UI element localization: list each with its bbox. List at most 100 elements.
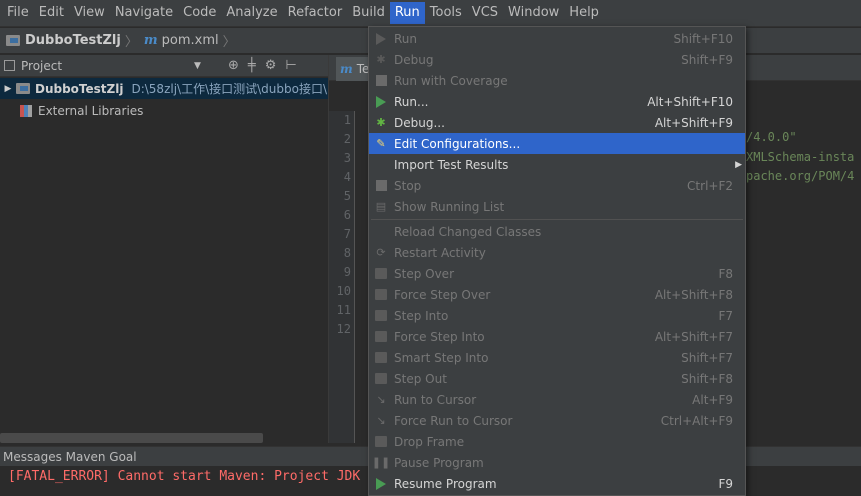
menu-item-stop[interactable]: Stop Ctrl+F2 <box>369 175 745 196</box>
menu-item-debug[interactable]: ✱ Debug Shift+F9 <box>369 49 745 70</box>
library-icon <box>20 104 32 117</box>
step-out-icon <box>374 372 388 386</box>
line-number: 10 <box>336 284 351 298</box>
line-number: 6 <box>343 208 351 222</box>
menu-item-edit-configurations[interactable]: ✎ Edit Configurations... <box>369 133 745 154</box>
menu-item-force-step-over[interactable]: Force Step Over Alt+Shift+F8 <box>369 284 745 305</box>
menu-separator <box>371 219 743 220</box>
menu-item-pause-program[interactable]: ❚❚ Pause Program <box>369 452 745 473</box>
edit-config-icon: ✎ <box>376 137 386 150</box>
menu-vcs[interactable]: VCS <box>467 2 503 24</box>
restart-icon: ⟳ <box>376 246 386 259</box>
run-icon <box>374 95 388 109</box>
code-text: /4.0.0" <box>746 130 797 144</box>
menu-item-resume-program[interactable]: Resume Program F9 <box>369 473 745 494</box>
menu-refactor[interactable]: Refactor <box>283 2 348 24</box>
menu-item-show-running-list[interactable]: ▤ Show Running List <box>369 196 745 217</box>
line-number: 3 <box>343 151 351 165</box>
run-to-cursor-icon: ↘ <box>376 393 386 406</box>
menu-item-step-out[interactable]: Step Out Shift+F8 <box>369 368 745 389</box>
drop-frame-icon <box>374 435 388 449</box>
menu-window[interactable]: Window <box>503 2 564 24</box>
code-text: pache.org/POM/4 <box>746 169 855 183</box>
run-icon <box>374 32 388 46</box>
menu-help[interactable]: Help <box>564 2 604 24</box>
folder-icon <box>6 35 20 46</box>
resume-icon <box>374 477 388 491</box>
menu-view[interactable]: View <box>69 2 110 24</box>
horizontal-scrollbar[interactable] <box>0 433 263 443</box>
run-menu-dropdown: Run Shift+F10 ✱ Debug Shift+F9 Run with … <box>368 26 746 496</box>
menu-edit[interactable]: Edit <box>34 2 69 24</box>
line-number: 11 <box>336 303 351 317</box>
line-number: 7 <box>343 227 351 241</box>
debug-icon: ✱ <box>376 116 386 129</box>
submenu-arrow-icon: ▶ <box>735 159 742 170</box>
breadcrumb-project[interactable]: DubboTestZlj 〉 <box>6 31 144 50</box>
tree-item-project-path: D:\58zlj\工作\接口测试\dubbo接口\ <box>131 82 328 96</box>
menu-item-run[interactable]: Run Shift+F10 <box>369 28 745 49</box>
menu-build[interactable]: Build <box>347 2 390 24</box>
chevron-right-icon: 〉 <box>222 35 236 50</box>
step-into-icon <box>374 309 388 323</box>
pause-icon: ❚❚ <box>371 456 391 469</box>
breadcrumb-file[interactable]: m pom.xml 〉 <box>144 31 242 50</box>
menu-bar: File Edit View Navigate Code Analyze Ref… <box>0 0 861 27</box>
menu-item-force-step-into[interactable]: Force Step Into Alt+Shift+F7 <box>369 326 745 347</box>
menu-item-run-dots[interactable]: Run... Alt+Shift+F10 <box>369 91 745 112</box>
menu-file[interactable]: File <box>2 2 34 24</box>
tree-item-project[interactable]: ▶ DubboTestZlj D:\58zlj\工作\接口测试\dubbo接口\ <box>0 78 329 99</box>
line-number: 4 <box>343 170 351 184</box>
step-over-icon <box>374 267 388 281</box>
menu-item-step-over[interactable]: Step Over F8 <box>369 263 745 284</box>
tree-item-external-libraries[interactable]: External Libraries <box>0 100 143 121</box>
force-step-into-icon <box>374 330 388 344</box>
menu-run[interactable]: Run <box>389 2 425 24</box>
collapse-icon[interactable]: ╪ <box>248 58 256 73</box>
expand-arrow-icon[interactable]: ▶ <box>0 84 16 94</box>
menu-item-smart-step-into[interactable]: Smart Step Into Shift+F7 <box>369 347 745 368</box>
menu-item-restart-activity[interactable]: ⟳ Restart Activity <box>369 242 745 263</box>
coverage-icon <box>374 74 388 88</box>
project-icon <box>4 60 15 71</box>
menu-navigate[interactable]: Navigate <box>110 2 178 24</box>
menu-item-reload-changed-classes[interactable]: Reload Changed Classes <box>369 221 745 242</box>
maven-icon: m <box>340 62 353 76</box>
messages-panel-title[interactable]: Messages Maven Goal <box>3 450 137 464</box>
tree-item-external-libraries-label: External Libraries <box>38 103 144 118</box>
menu-item-step-into[interactable]: Step Into F7 <box>369 305 745 326</box>
chevron-right-icon: 〉 <box>124 35 138 50</box>
line-number: 8 <box>343 246 351 260</box>
force-step-over-icon <box>374 288 388 302</box>
line-number: 5 <box>343 189 351 203</box>
menu-item-run-to-cursor[interactable]: ↘ Run to Cursor Alt+F9 <box>369 389 745 410</box>
menu-analyze[interactable]: Analyze <box>221 2 282 24</box>
line-number: 2 <box>343 132 351 146</box>
line-number: 1 <box>343 113 351 127</box>
project-tree: ▶ DubboTestZlj D:\58zlj\工作\接口测试\dubbo接口\… <box>0 78 329 438</box>
menu-tools[interactable]: Tools <box>425 2 467 24</box>
project-panel-title[interactable]: Project <box>21 59 62 73</box>
breadcrumb-project-label: DubboTestZlj <box>25 33 121 48</box>
gear-icon[interactable]: ⚙ <box>265 58 277 73</box>
editor-gutter: 1 2 3 4 5 6 7 8 9 10 11 12 <box>329 111 354 443</box>
menu-item-import-test-results[interactable]: Import Test Results ▶ <box>369 154 745 175</box>
hide-icon[interactable]: ⊢ <box>285 58 296 73</box>
menu-item-force-run-to-cursor[interactable]: ↘ Force Run to Cursor Ctrl+Alt+F9 <box>369 410 745 431</box>
code-text: XMLSchema-insta <box>746 150 855 164</box>
error-message: [FATAL_ERROR] Cannot start Maven: Projec… <box>8 469 361 484</box>
module-folder-icon <box>16 83 30 94</box>
menu-item-run-with-coverage[interactable]: Run with Coverage <box>369 70 745 91</box>
project-panel-header: Project ▼ ⊕ ╪ ⚙ ⊢ <box>0 55 329 77</box>
menu-item-drop-frame[interactable]: Drop Frame <box>369 431 745 452</box>
menu-code[interactable]: Code <box>178 2 221 24</box>
locate-icon[interactable]: ⊕ <box>228 58 239 73</box>
maven-icon: m <box>143 33 158 48</box>
menu-item-debug-dots[interactable]: ✱ Debug... Alt+Shift+F9 <box>369 112 745 133</box>
line-number: 12 <box>336 322 351 336</box>
line-number: 9 <box>343 265 351 279</box>
tree-item-project-name: DubboTestZlj <box>35 81 124 96</box>
stop-icon <box>374 179 388 193</box>
smart-step-into-icon <box>374 351 388 365</box>
chevron-down-icon[interactable]: ▼ <box>194 61 201 71</box>
